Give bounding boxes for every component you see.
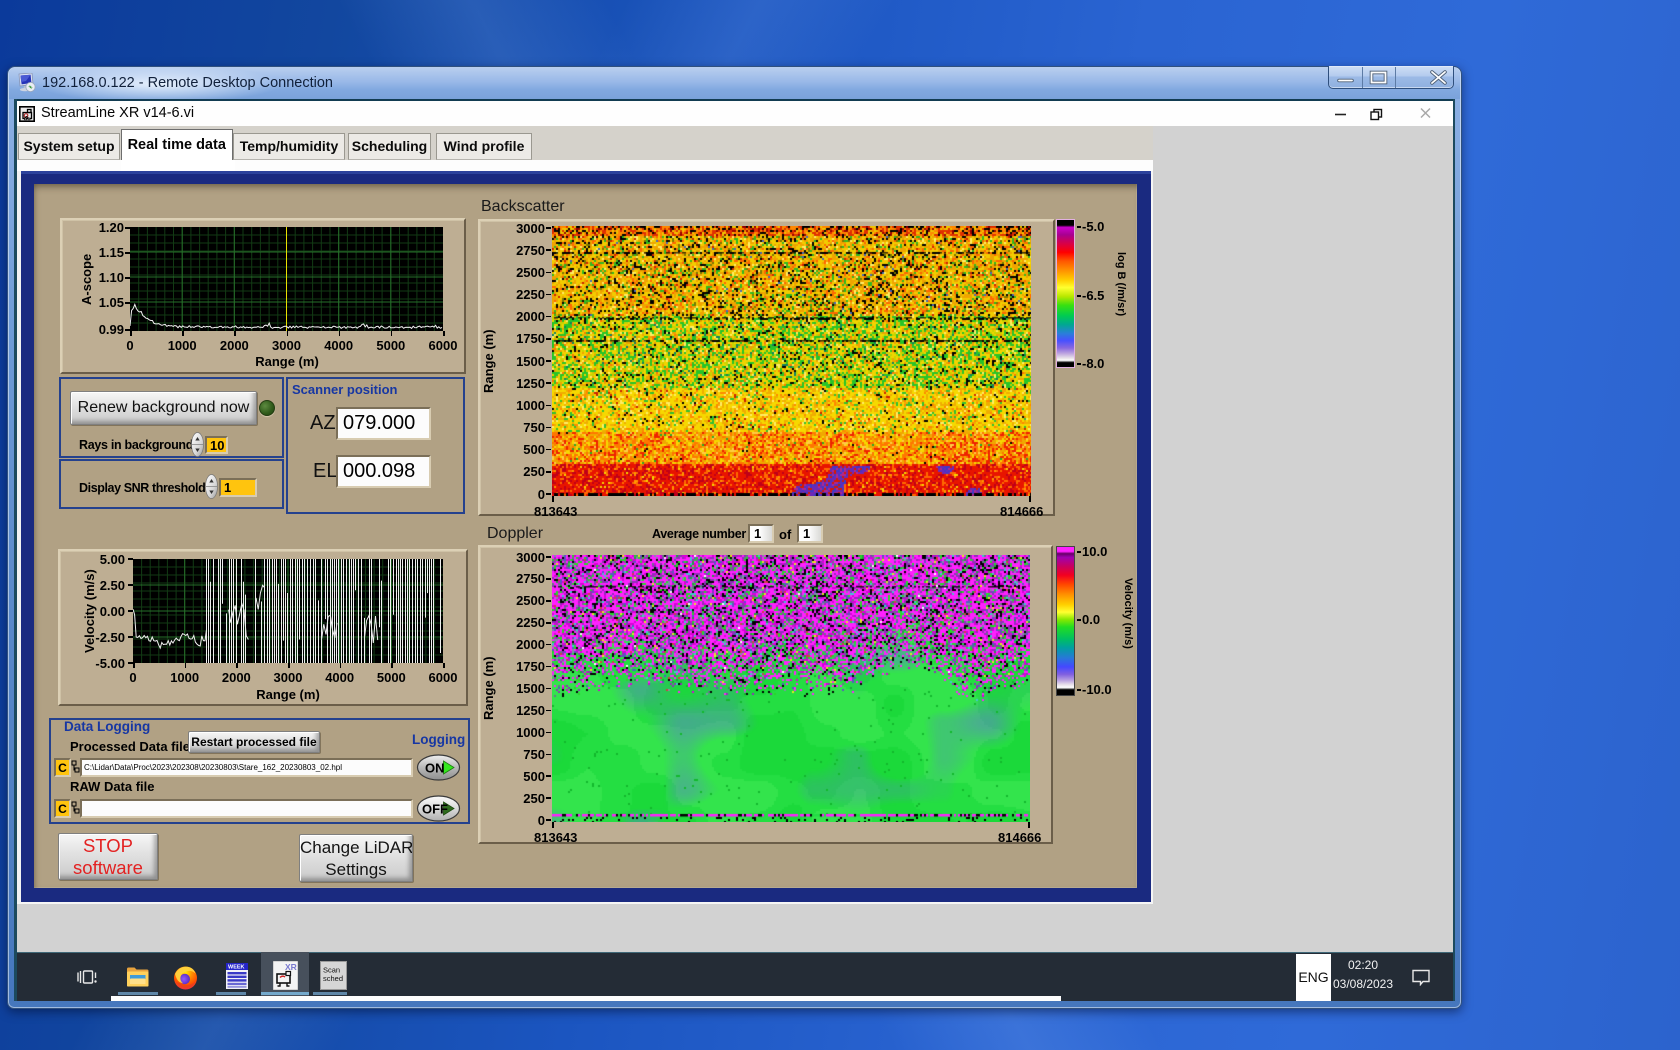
svg-text:OFF: OFF xyxy=(422,802,448,817)
svg-text:ON: ON xyxy=(425,761,445,776)
svg-text:XR: XR xyxy=(285,962,297,972)
svg-text:WEEK: WEEK xyxy=(228,965,245,971)
svg-text:sched: sched xyxy=(323,974,343,983)
